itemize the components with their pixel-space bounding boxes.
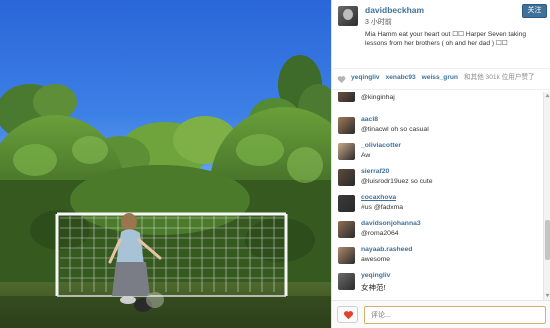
heart-filled-icon	[343, 311, 354, 320]
comment-text: 女神范!	[361, 283, 386, 292]
comment-item: @kinginhaj	[332, 92, 544, 106]
commenter-avatar[interactable]	[338, 169, 355, 186]
commenter-avatar[interactable]	[338, 92, 355, 102]
comment-text: @kinginhaj	[361, 94, 395, 101]
comment-item: aacl8 @tinacwl oh so casual	[332, 114, 544, 138]
scroll-up-arrow-icon[interactable]	[545, 93, 550, 98]
commenter-username[interactable]: davidsonjohanna3	[361, 220, 421, 227]
post-timestamp: 3 小时前	[365, 19, 392, 26]
commenter-avatar[interactable]	[338, 247, 355, 264]
scroll-down-arrow-icon[interactable]	[545, 293, 550, 298]
comment-item: sierraf20 @luisrodr19uez so cute	[332, 166, 544, 190]
post-caption: Mia Hamm eat your heart out ☐☐ Harper Se…	[365, 31, 526, 47]
liker-link[interactable]: xenabc93	[386, 74, 416, 81]
liker-link[interactable]: yeqingliv	[351, 74, 380, 81]
scrollbar-thumb[interactable]	[545, 220, 550, 260]
commenter-username[interactable]: nayaab.rasheed	[361, 246, 412, 253]
commenter-avatar[interactable]	[338, 117, 355, 134]
post-header: davidbeckham 3 小时前 关注 Mia Hamm eat your …	[332, 0, 550, 64]
likes-row: yeqingliv xenabc93 weiss_grun 和其他 301k 位用户赞…	[332, 68, 550, 90]
commenter-avatar[interactable]	[338, 143, 355, 160]
commenter-avatar[interactable]	[338, 195, 355, 212]
comment-input[interactable]	[364, 306, 546, 324]
follow-button[interactable]: 关注	[522, 4, 547, 18]
commenter-avatar[interactable]	[338, 273, 355, 290]
comment-text: @luisrodr19uez so cute	[361, 178, 433, 185]
comment-item: _oliviacotter Aw	[332, 140, 544, 164]
commenter-username[interactable]: cocaxhova	[361, 194, 396, 201]
comment-item: yeqingliv 女神范!	[332, 270, 544, 294]
post-detail-panel: davidbeckham 3 小时前 关注 Mia Hamm eat your …	[331, 0, 550, 328]
like-button[interactable]	[337, 306, 358, 323]
liker-link[interactable]: weiss_grun	[422, 74, 458, 81]
comment-text: @roma2064	[361, 230, 399, 237]
comments-scrollbar[interactable]	[543, 92, 550, 300]
likes-summary: 和其他 301k 位用户赞了	[463, 74, 535, 81]
likes-text: yeqingliv xenabc93 weiss_grun 和其他 301k 位用户赞…	[351, 74, 547, 83]
post-username[interactable]: davidbeckham	[365, 5, 424, 15]
commenter-avatar[interactable]	[338, 221, 355, 238]
user-avatar[interactable]	[338, 6, 358, 26]
commenter-username[interactable]: aacl8	[361, 116, 378, 123]
post-photo	[0, 0, 331, 328]
heart-icon	[337, 76, 346, 84]
comment-item: davidsonjohanna3 @roma2064	[332, 218, 544, 242]
comment-item: cocaxhova #us @fadxma	[332, 192, 544, 216]
photo-scene	[0, 55, 331, 328]
comment-text: #us @fadxma	[361, 204, 404, 211]
commenter-username[interactable]: yeqingliv	[361, 272, 390, 279]
comment-text: Aw	[361, 152, 371, 159]
comment-text: awesome	[361, 256, 391, 263]
comment-item: nayaab.rasheed awesome	[332, 244, 544, 268]
commenter-username[interactable]: sierraf20	[361, 168, 389, 175]
comment-text: @tinacwl oh so casual	[361, 126, 429, 133]
comment-footer	[332, 300, 550, 328]
commenter-username[interactable]: _oliviacotter	[361, 142, 401, 149]
comment-list: @kinginhaj aacl8 @tinacwl oh so casual _…	[332, 92, 544, 300]
